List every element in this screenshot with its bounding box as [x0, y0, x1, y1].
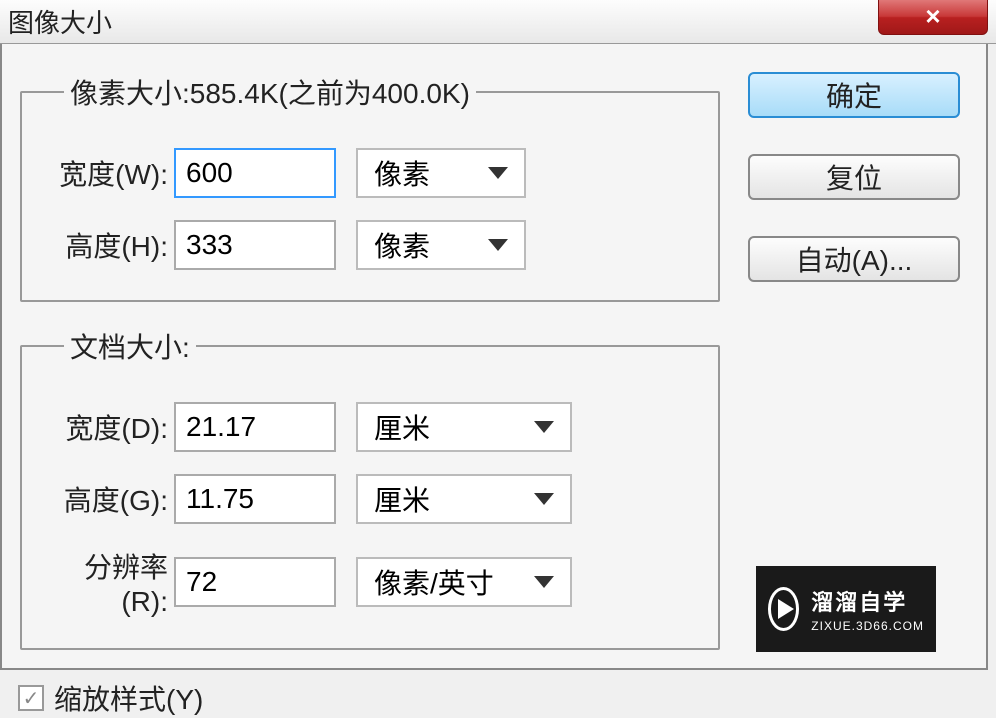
document-size-legend: 文档大小: [64, 326, 196, 366]
left-column: 像素大小:585.4K(之前为400.0K) 宽度(W): 像素 高度(H): … [20, 72, 720, 650]
pixel-dimensions-legend: 像素大小:585.4K(之前为400.0K) [64, 72, 476, 112]
play-triangle-icon [778, 599, 794, 619]
close-button[interactable]: × [878, 0, 988, 35]
chevron-down-icon [534, 576, 554, 588]
pixel-height-input[interactable] [174, 220, 336, 270]
doc-width-input[interactable] [174, 402, 336, 452]
close-icon: × [925, 1, 940, 32]
pixel-width-row: 宽度(W): 像素 [44, 148, 696, 198]
document-size-group: 文档大小: 宽度(D): 厘米 高度(G): 厘米 分辨率(R): [20, 326, 720, 650]
auto-button-label: 自动(A)... [796, 239, 913, 279]
reset-button-label: 复位 [826, 157, 882, 197]
doc-height-input[interactable] [174, 474, 336, 524]
doc-height-unit-value: 厘米 [374, 479, 430, 519]
pixel-width-unit-dropdown[interactable]: 像素 [356, 148, 526, 198]
pixel-dimensions-group: 像素大小:585.4K(之前为400.0K) 宽度(W): 像素 高度(H): … [20, 72, 720, 302]
chevron-down-icon [534, 421, 554, 433]
watermark-main: 溜溜自学 [811, 585, 924, 617]
doc-height-label: 高度(G): [44, 479, 174, 519]
scale-styles-row: ✓ 缩放样式(Y) [18, 678, 720, 718]
chevron-down-icon [488, 167, 508, 179]
scale-styles-label: 缩放样式(Y) [54, 678, 203, 718]
resolution-unit-dropdown[interactable]: 像素/英寸 [356, 557, 572, 607]
resolution-unit-value: 像素/英寸 [374, 562, 494, 602]
reset-button[interactable]: 复位 [748, 154, 960, 200]
window-title: 图像大小 [8, 3, 112, 40]
watermark-sub: ZIXUE.3D66.COM [811, 619, 924, 633]
resolution-label: 分辨率(R): [44, 546, 174, 618]
pixel-height-unit-dropdown[interactable]: 像素 [356, 220, 526, 270]
doc-height-unit-dropdown[interactable]: 厘米 [356, 474, 572, 524]
check-icon: ✓ [23, 686, 40, 711]
pixel-width-unit-value: 像素 [374, 153, 430, 193]
doc-width-unit-dropdown[interactable]: 厘米 [356, 402, 572, 452]
dialog-body: 像素大小:585.4K(之前为400.0K) 宽度(W): 像素 高度(H): … [0, 44, 988, 670]
play-icon [768, 587, 799, 631]
chevron-down-icon [534, 493, 554, 505]
pixel-width-input[interactable] [174, 148, 336, 198]
doc-width-unit-value: 厘米 [374, 407, 430, 447]
ok-button-label: 确定 [826, 75, 882, 115]
auto-button[interactable]: 自动(A)... [748, 236, 960, 282]
titlebar: 图像大小 × [0, 0, 996, 44]
pixel-height-unit-value: 像素 [374, 225, 430, 265]
watermark-text: 溜溜自学 ZIXUE.3D66.COM [811, 585, 924, 633]
watermark: 溜溜自学 ZIXUE.3D66.COM [756, 566, 936, 652]
doc-width-label: 宽度(D): [44, 407, 174, 447]
ok-button[interactable]: 确定 [748, 72, 960, 118]
right-column: 确定 复位 自动(A)... [720, 72, 968, 650]
pixel-height-row: 高度(H): 像素 [44, 220, 696, 270]
chevron-down-icon [488, 239, 508, 251]
doc-height-row: 高度(G): 厘米 [44, 474, 696, 524]
pixel-height-label: 高度(H): [44, 225, 174, 265]
resolution-row: 分辨率(R): 像素/英寸 [44, 546, 696, 618]
scale-styles-checkbox[interactable]: ✓ [18, 685, 44, 711]
doc-width-row: 宽度(D): 厘米 [44, 402, 696, 452]
resolution-input[interactable] [174, 557, 336, 607]
pixel-width-label: 宽度(W): [44, 153, 174, 193]
